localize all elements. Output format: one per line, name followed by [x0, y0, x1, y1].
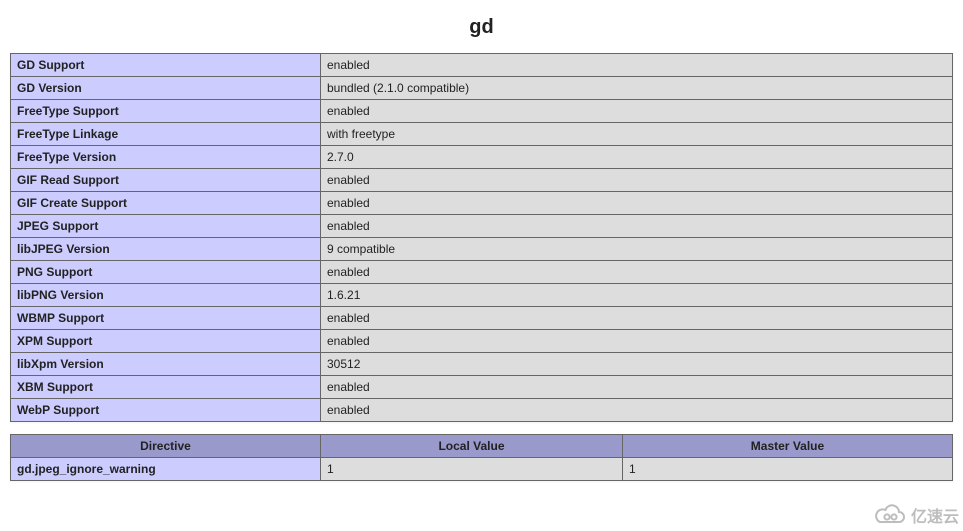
directive-local: 1: [321, 458, 623, 481]
table-row: GIF Create Supportenabled: [11, 192, 953, 215]
info-value: enabled: [321, 100, 953, 123]
table-row: XPM Supportenabled: [11, 330, 953, 353]
info-value: enabled: [321, 376, 953, 399]
table-row: libPNG Version1.6.21: [11, 284, 953, 307]
info-value: enabled: [321, 307, 953, 330]
table-row: PNG Supportenabled: [11, 261, 953, 284]
col-header-master: Master Value: [622, 435, 952, 458]
table-row: FreeType Version2.7.0: [11, 146, 953, 169]
info-value: enabled: [321, 192, 953, 215]
info-value: bundled (2.1.0 compatible): [321, 77, 953, 100]
table-row: JPEG Supportenabled: [11, 215, 953, 238]
watermark-text: 亿速云: [911, 503, 959, 527]
info-value: enabled: [321, 399, 953, 422]
table-row: WBMP Supportenabled: [11, 307, 953, 330]
info-value: 9 compatible: [321, 238, 953, 261]
info-label: libPNG Version: [11, 284, 321, 307]
col-header-directive: Directive: [11, 435, 321, 458]
table-row: GIF Read Supportenabled: [11, 169, 953, 192]
info-label: GIF Create Support: [11, 192, 321, 215]
info-label: FreeType Linkage: [11, 123, 321, 146]
info-label: JPEG Support: [11, 215, 321, 238]
info-value: with freetype: [321, 123, 953, 146]
table-row: XBM Supportenabled: [11, 376, 953, 399]
info-value: enabled: [321, 261, 953, 284]
info-label: PNG Support: [11, 261, 321, 284]
gd-directives-table: Directive Local Value Master Value gd.jp…: [10, 434, 953, 481]
info-value: 2.7.0: [321, 146, 953, 169]
info-label: GD Support: [11, 54, 321, 77]
info-label: XPM Support: [11, 330, 321, 353]
table-row: GD Supportenabled: [11, 54, 953, 77]
directive-name: gd.jpeg_ignore_warning: [11, 458, 321, 481]
info-value: 30512: [321, 353, 953, 376]
gd-info-table: GD Supportenabled GD Versionbundled (2.1…: [10, 53, 953, 422]
table-row: WebP Supportenabled: [11, 399, 953, 422]
table-row: FreeType Linkagewith freetype: [11, 123, 953, 146]
info-value: 1.6.21: [321, 284, 953, 307]
info-label: libJPEG Version: [11, 238, 321, 261]
section-title: gd: [10, 16, 953, 39]
cloud-icon: [873, 504, 907, 526]
table-row: gd.jpeg_ignore_warning 1 1: [11, 458, 953, 481]
table-header-row: Directive Local Value Master Value: [11, 435, 953, 458]
info-label: GD Version: [11, 77, 321, 100]
info-value: enabled: [321, 215, 953, 238]
info-label: libXpm Version: [11, 353, 321, 376]
info-value: enabled: [321, 330, 953, 353]
table-row: libXpm Version30512: [11, 353, 953, 376]
info-value: enabled: [321, 54, 953, 77]
watermark-logo: 亿速云: [869, 501, 963, 529]
info-label: WBMP Support: [11, 307, 321, 330]
info-label: FreeType Version: [11, 146, 321, 169]
directive-master: 1: [622, 458, 952, 481]
info-label: XBM Support: [11, 376, 321, 399]
info-label: FreeType Support: [11, 100, 321, 123]
table-row: libJPEG Version9 compatible: [11, 238, 953, 261]
info-label: WebP Support: [11, 399, 321, 422]
table-row: FreeType Supportenabled: [11, 100, 953, 123]
col-header-local: Local Value: [321, 435, 623, 458]
info-label: GIF Read Support: [11, 169, 321, 192]
table-row: GD Versionbundled (2.1.0 compatible): [11, 77, 953, 100]
info-value: enabled: [321, 169, 953, 192]
